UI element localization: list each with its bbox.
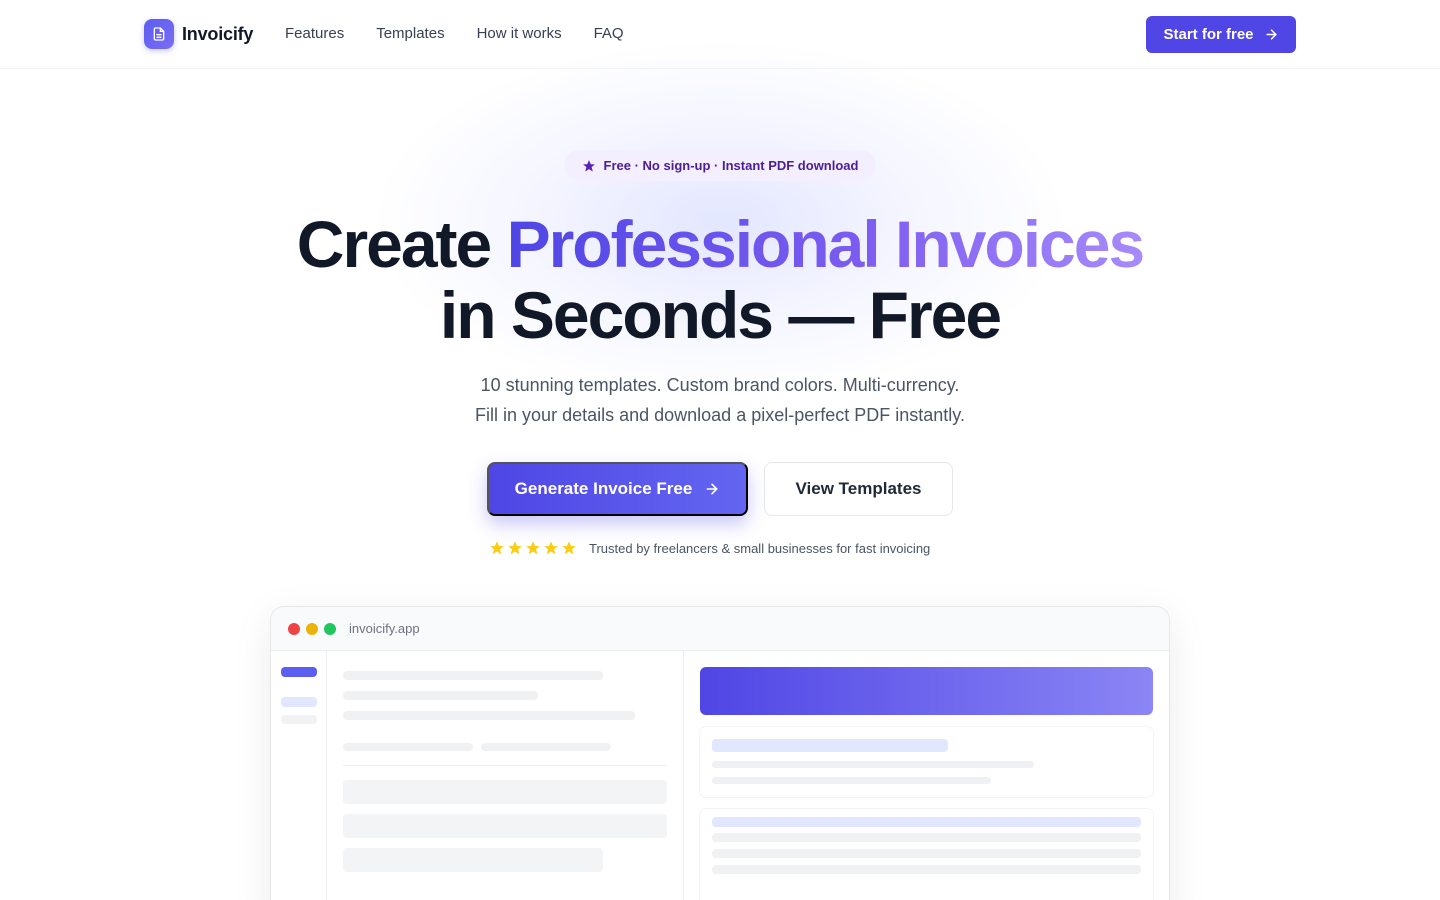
hero-title-part: Create [296,207,507,281]
star-icon [544,541,558,555]
form-placeholder-line [481,743,611,751]
form-divider [343,765,667,766]
form-field-placeholder [343,780,667,804]
form-placeholder-line [343,711,635,720]
sidebar-placeholder [281,697,317,707]
document-icon [144,19,174,49]
form-field-placeholder [343,814,667,838]
app-preview-window: invoicify.app [270,606,1170,900]
invoice-placeholder-line [712,817,1141,827]
minimize-dot-icon [306,623,318,635]
start-for-free-button[interactable]: Start for free [1146,16,1296,53]
star-icon [490,541,504,555]
hero-subtitle-line-2: Fill in your details and download a pixe… [475,405,965,425]
arrow-right-icon [1265,29,1277,40]
start-for-free-label: Start for free [1163,26,1254,43]
star-icon [508,541,522,555]
nav-links: Features Templates How it works FAQ [285,25,624,42]
window-title-bar: invoicify.app [271,607,1169,651]
view-templates-label: View Templates [795,479,922,498]
nav-link-features[interactable]: Features [285,25,344,42]
nav-link-faq[interactable]: FAQ [594,25,624,42]
invoice-placeholder-line [712,777,991,784]
invoice-placeholder-line [712,833,1141,842]
hero-title-highlight: Professional Invoices [506,207,1146,281]
nav-link-templates[interactable]: Templates [376,25,444,42]
preview-sidebar [271,651,327,900]
hero-badge: Free · No sign-up · Instant PDF download [564,150,876,181]
maximize-dot-icon [324,623,336,635]
form-placeholder-line [343,671,603,680]
hero-subtitle-line-1: 10 stunning templates. Custom brand colo… [480,375,960,395]
form-field-placeholder [343,848,603,872]
window-url: invoicify.app [349,621,420,636]
invoice-placeholder-line [712,865,1141,874]
generate-invoice-label: Generate Invoice Free [514,479,693,498]
arrow-right-icon [706,483,718,495]
star-icon [526,541,540,555]
star-icon [582,159,595,172]
hero-title-line-1: Create Professional Invoices [0,208,1440,280]
invoice-placeholder-line [712,849,1141,858]
column-divider [683,651,684,900]
invoice-header-placeholder [700,667,1153,715]
rating-stars [489,540,577,556]
close-dot-icon [288,623,300,635]
sidebar-placeholder [281,715,317,724]
invoice-placeholder-line [712,761,1034,768]
trust-text: Trusted by freelancers & small businesse… [589,540,931,556]
star-icon [562,541,576,555]
trust-row: Trusted by freelancers & small businesse… [489,540,930,556]
form-placeholder-line [343,743,473,751]
sidebar-active-placeholder [281,667,317,677]
generate-invoice-button[interactable]: Generate Invoice Free [487,462,748,516]
top-nav: Invoicify Features Templates How it work… [0,0,1440,69]
invoice-placeholder-line [712,739,948,752]
hero-title-line-2: in Seconds — Free [439,278,1002,352]
nav-link-how-it-works[interactable]: How it works [477,25,562,42]
brand-name: Invoicify [182,23,254,44]
brand-logo[interactable]: Invoicify [144,19,253,49]
form-placeholder-line [343,691,538,700]
view-templates-button[interactable]: View Templates [764,462,953,516]
badge-text: Free · No sign-up · Instant PDF download [603,158,859,173]
